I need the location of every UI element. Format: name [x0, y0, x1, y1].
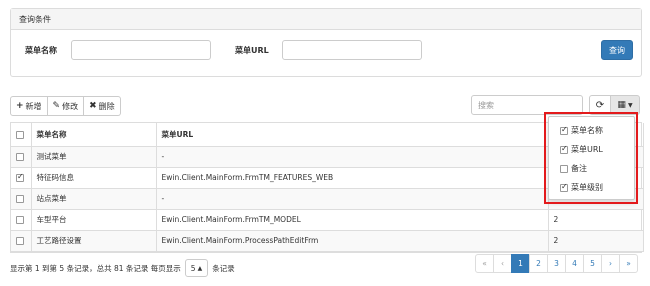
page-first[interactable]: « [475, 254, 494, 273]
cell-menu-name: 车型平台 [31, 209, 157, 231]
query-panel: 查询条件 菜单名称 菜单URL 查询 [10, 8, 642, 77]
page-4[interactable]: 4 [565, 254, 584, 273]
cell-menu-url: - [156, 188, 549, 210]
page-size-select[interactable]: 5 ▲ [184, 259, 209, 277]
highlight-box [544, 112, 638, 204]
caret-down-icon: ▼ [627, 101, 633, 109]
header-menu-url[interactable]: 菜单URL [156, 123, 549, 147]
page-prev[interactable]: ‹ [493, 254, 512, 273]
header-menu-name[interactable]: 菜单名称 [31, 123, 157, 147]
query-panel-title: 查询条件 [11, 9, 641, 30]
row-checkbox[interactable] [16, 216, 24, 224]
cell-menu-name: 工艺路径设置 [31, 230, 157, 252]
menu-name-input[interactable] [71, 40, 211, 60]
table-row[interactable]: 工艺路径设置 Ewin.Client.MainForm.ProcessPathE… [11, 230, 644, 252]
cell-menu-name: 测试菜单 [31, 146, 157, 168]
add-button-label: 新增 [25, 101, 42, 111]
cell-menu-url: - [156, 146, 549, 168]
delete-button-label: 删除 [98, 101, 115, 111]
select-all-cell [11, 123, 32, 147]
add-button[interactable]: + 新增 [10, 96, 48, 116]
row-checkbox[interactable] [16, 153, 24, 161]
row-checkbox[interactable] [16, 195, 24, 203]
page-5[interactable]: 5 [583, 254, 602, 273]
refresh-icon: ⟳ [595, 99, 605, 111]
pagination-summary: 显示第 1 到第 5 条记录，总共 81 条记录 每页显示 5 ▲ 条记录 [10, 259, 235, 277]
page-last[interactable]: » [619, 254, 638, 273]
menu-url-input[interactable] [282, 40, 422, 60]
edit-button-label: 修改 [62, 101, 79, 111]
query-button[interactable]: 查询 [601, 40, 633, 60]
page-next[interactable]: › [601, 254, 620, 273]
cell-menu-url: Ewin.Client.MainForm.FrmTM_FEATURES_WEB [156, 167, 549, 189]
cell-menu-level: 2 [548, 209, 644, 231]
pencil-icon: ✎ [52, 101, 61, 111]
toolbar: + 新增 ✎ 修改 ✖ 删除 [10, 96, 121, 116]
page-1[interactable]: 1 [511, 254, 530, 273]
menu-url-label: 菜单URL [235, 46, 269, 55]
grid-icon: ▦ [617, 100, 626, 110]
pagination: « ‹ 1 2 3 4 5 › » [475, 254, 638, 273]
cell-menu-name: 特征码信息 [31, 167, 157, 189]
cell-menu-url: Ewin.Client.MainForm.FrmTM_MODEL [156, 209, 549, 231]
page-3[interactable]: 3 [547, 254, 566, 273]
menu-name-label: 菜单名称 [25, 46, 57, 55]
page-size-value: 5 [190, 263, 196, 273]
plus-icon: + [16, 101, 24, 111]
row-checkbox[interactable] [16, 172, 24, 182]
cell-menu-level: 2 [548, 230, 644, 252]
select-all-checkbox[interactable] [16, 130, 24, 139]
cell-menu-url: Ewin.Client.MainForm.ProcessPathEditFrm [156, 230, 549, 252]
close-icon: ✖ [89, 101, 97, 111]
table-row[interactable]: 车型平台 Ewin.Client.MainForm.FrmTM_MODEL 2 [11, 209, 644, 231]
cell-menu-name: 站点菜单 [31, 188, 157, 210]
delete-button[interactable]: ✖ 删除 [84, 96, 121, 116]
edit-button[interactable]: ✎ 修改 [47, 96, 85, 116]
caret-up-icon: ▲ [197, 264, 203, 272]
summary-text: 显示第 1 到第 5 条记录，总共 81 条记录 每页显示 [10, 263, 181, 273]
row-checkbox[interactable] [16, 237, 24, 245]
page-2[interactable]: 2 [529, 254, 548, 273]
summary-suffix: 条记录 [212, 263, 235, 273]
